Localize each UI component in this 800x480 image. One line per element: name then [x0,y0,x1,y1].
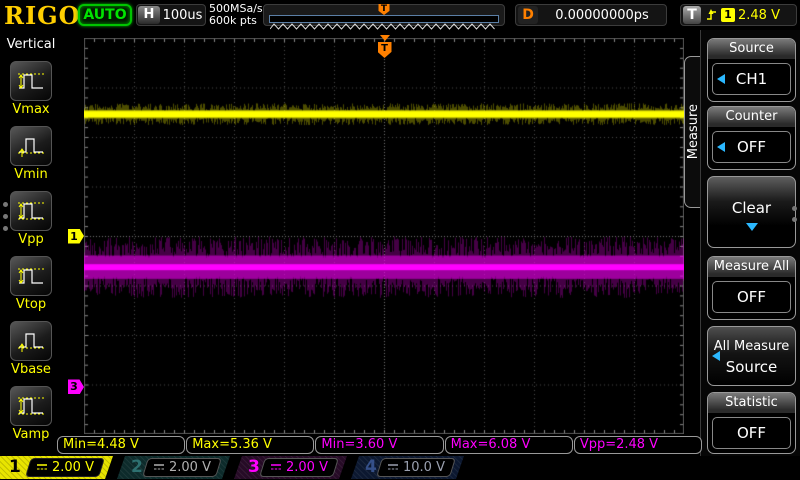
vmin-icon [16,133,46,159]
channel-number: 4 [365,456,377,479]
dc-coupling-icon [270,463,282,472]
oscilloscope-screen: RIGOL AUTO H 100us 500MSa/s 600k pts T D… [0,0,800,480]
delay-value: 0.00000000ps [538,8,666,23]
memory-depth: 600k pts [209,15,263,27]
softkey-statistic[interactable]: Statistic OFF [707,392,796,454]
trigger-label: T [683,6,701,24]
channel-scale: 10.0 V [403,460,445,475]
trigger-position-arrow [380,35,390,41]
trigger-position-marker[interactable]: T [377,35,392,58]
measurement-readout-bar: Min=4.48 V Max=5.36 V Min=3.60 V Max=6.0… [57,436,702,454]
measure-all-value: OFF [737,288,766,306]
counter-value: OFF [737,138,766,156]
vamp-icon [16,393,46,419]
trigger-box[interactable]: T 1 2.48 V [680,4,797,26]
menu-item-vtop[interactable]: Vtop [0,256,62,312]
waveform-display [84,38,684,434]
trigger-source-badge: 1 [721,8,735,22]
channel-2-status[interactable]: 2 2.00 V [117,456,230,479]
channel-number: 1 [9,456,21,479]
channel-4-status[interactable]: 4 10.0 V [351,456,464,479]
channel-number: 3 [248,456,260,479]
all-measure-line1: All Measure [708,339,795,354]
ch1-ground-marker[interactable]: 1 [68,229,84,244]
measurement-slot: Max=6.08 V [445,436,573,454]
vbase-label: Vbase [0,362,62,377]
statistic-title: Statistic [708,393,795,413]
softkey-measure-all[interactable]: Measure All OFF [707,256,796,320]
menu-item-vamp[interactable]: Vamp [0,386,62,442]
horizontal-timebase-box[interactable]: H 100us [136,4,206,26]
channel-scale: 2.00 V [52,460,94,475]
delay-box[interactable]: D 0.00000000ps [515,4,667,26]
vertical-measure-menu: Vertical Vmax Vmin Vpp [0,30,62,456]
timebase-value: 100us [160,8,205,23]
menu-item-vpp[interactable]: Vpp [0,191,62,247]
horizontal-label: H [138,6,160,24]
measure-all-title: Measure All [708,257,795,277]
left-arrow-icon [717,142,725,152]
acquisition-info: 500MSa/s 600k pts [209,3,263,27]
vtop-icon [16,263,46,289]
vpp-label: Vpp [0,232,62,247]
clear-label: Clear [708,199,795,217]
counter-title: Counter [708,107,795,127]
channel-number: 2 [131,456,143,479]
menu-item-vmax[interactable]: Vmax [0,61,62,117]
vtop-label: Vtop [0,297,62,312]
ch3-ground-marker[interactable]: 3 [68,379,84,394]
run-status-badge: AUTO [78,4,132,26]
channel-1-status[interactable]: 1 2.00 V [0,456,113,479]
statistic-value: OFF [737,424,766,442]
measure-tab-label: Measure [686,104,701,159]
dc-coupling-icon [153,463,165,472]
channel-status-bar: 1 2.00 V 2 2.00 V [0,456,800,480]
measurement-slot: Vpp=2.48 V [574,436,702,454]
preview-waveform [270,22,498,31]
vmax-label: Vmax [0,102,62,117]
vpp-icon [16,198,46,224]
left-menu-title: Vertical [0,37,62,52]
vmax-icon [16,68,46,94]
graticule[interactable] [84,38,684,434]
menu-item-vbase[interactable]: Vbase [0,321,62,377]
left-menu-scroll-dots [3,202,8,231]
dc-coupling-icon [36,463,48,472]
all-measure-line2: Source [708,358,795,376]
left-arrow-icon [717,74,725,84]
measurement-slot: Min=3.60 V [315,436,443,454]
source-title: Source [708,39,795,59]
vbase-icon [16,328,46,354]
preview-window [269,15,499,23]
trigger-level-value: 2.48 V [738,8,780,23]
rising-edge-icon [705,7,718,23]
softkey-menu: Source CH1 Counter OFF Clear Measure All… [700,30,800,456]
waveform-preview-bar[interactable]: T [263,4,505,26]
preview-trigger-marker[interactable]: T [379,4,390,15]
softkey-source[interactable]: Source CH1 [707,38,796,102]
right-menu-scroll-dots [792,206,797,222]
softkey-counter[interactable]: Counter OFF [707,106,796,170]
source-value: CH1 [736,70,767,88]
softkey-clear[interactable]: Clear [707,176,796,248]
down-arrow-icon [746,223,758,231]
menu-item-vmin[interactable]: Vmin [0,126,62,182]
dc-coupling-icon [387,463,399,472]
measurement-slot: Min=4.48 V [57,436,185,454]
channel-scale: 2.00 V [286,460,328,475]
left-arrow-icon [712,351,720,361]
softkey-all-measure-source[interactable]: All Measure Source [707,326,796,386]
measurement-slot: Max=5.36 V [186,436,314,454]
vamp-label: Vamp [0,427,62,442]
channel-scale: 2.00 V [169,460,211,475]
channel-3-status[interactable]: 3 2.00 V [234,456,347,479]
vmin-label: Vmin [0,167,62,182]
delay-label: D [518,6,538,24]
